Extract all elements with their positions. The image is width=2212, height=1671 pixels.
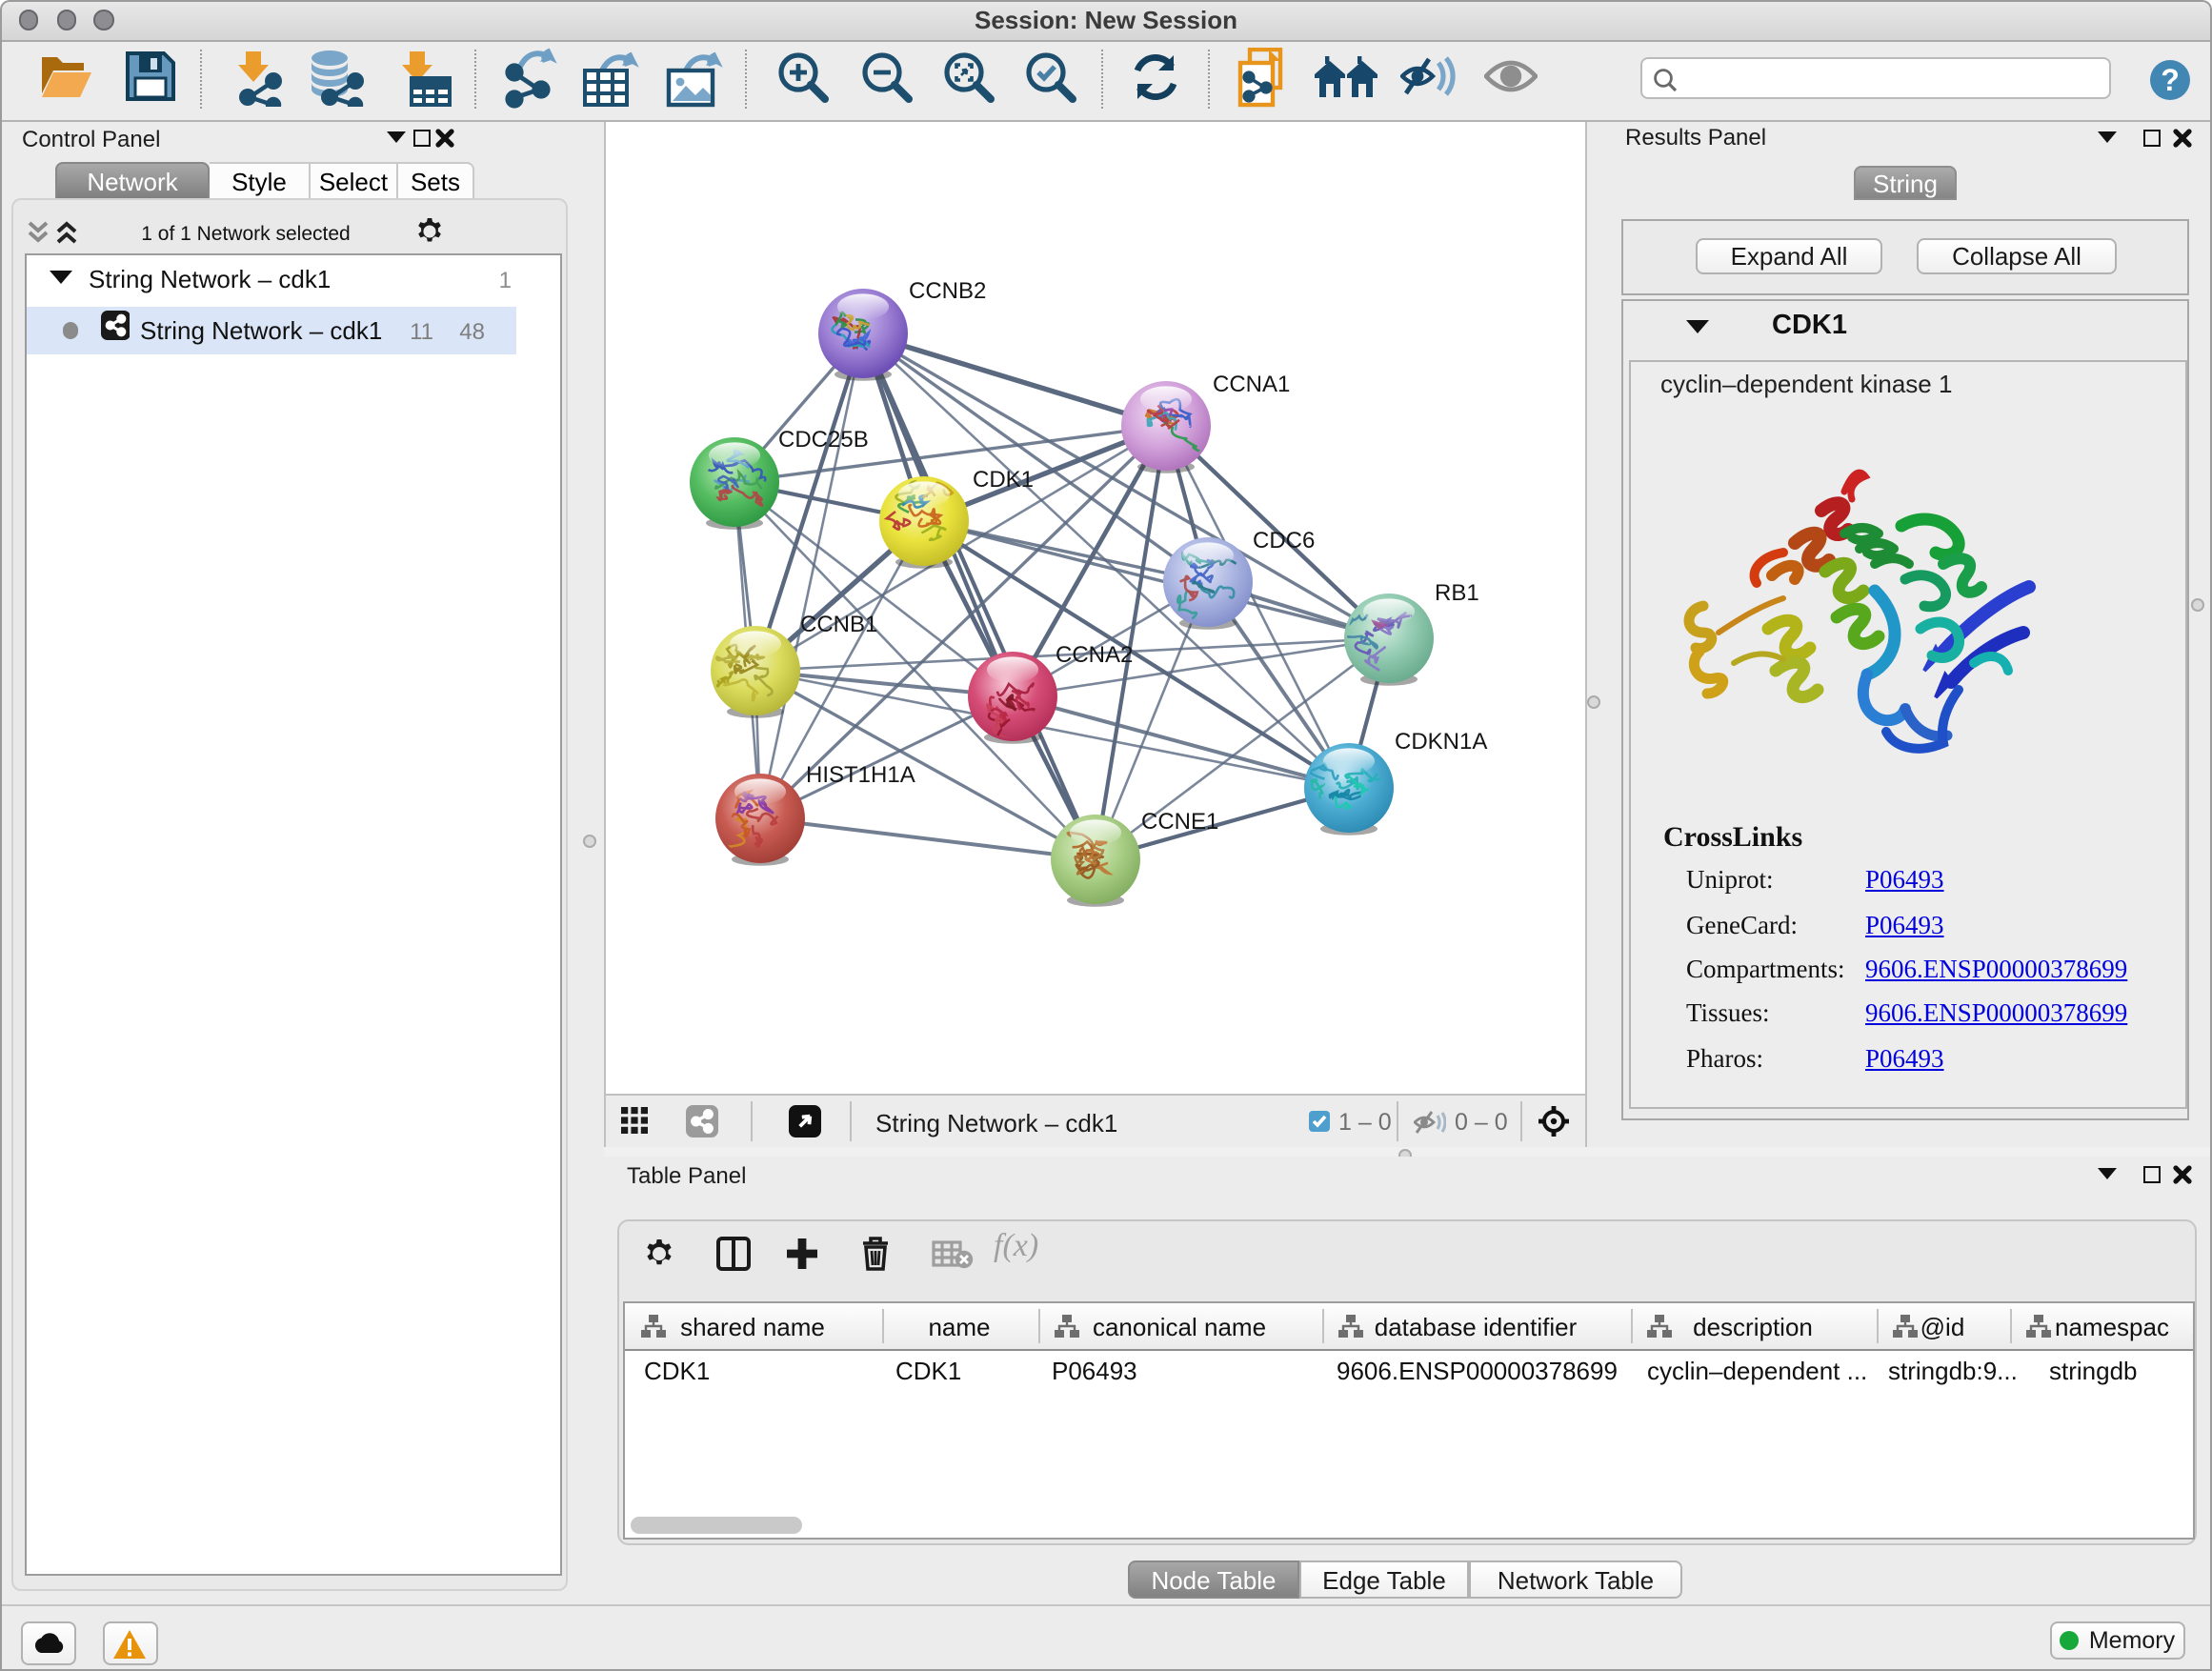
svg-text:CDC25B: CDC25B bbox=[777, 427, 868, 453]
svg-text:HIST1H1A: HIST1H1A bbox=[805, 762, 915, 788]
svg-text:CDKN1A: CDKN1A bbox=[1394, 729, 1486, 755]
svg-text:RB1: RB1 bbox=[1434, 580, 1478, 606]
svg-text:CCNB2: CCNB2 bbox=[908, 278, 985, 304]
svg-text:CDK1: CDK1 bbox=[972, 467, 1033, 493]
svg-text:?: ? bbox=[2161, 63, 2180, 97]
svg-text:CCNA1: CCNA1 bbox=[1212, 372, 1289, 397]
svg-text:CCNA2: CCNA2 bbox=[1055, 642, 1132, 668]
svg-text:CDC6: CDC6 bbox=[1252, 528, 1314, 554]
svg-text:CCNB1: CCNB1 bbox=[799, 612, 876, 637]
svg-text:CCNE1: CCNE1 bbox=[1140, 809, 1217, 835]
